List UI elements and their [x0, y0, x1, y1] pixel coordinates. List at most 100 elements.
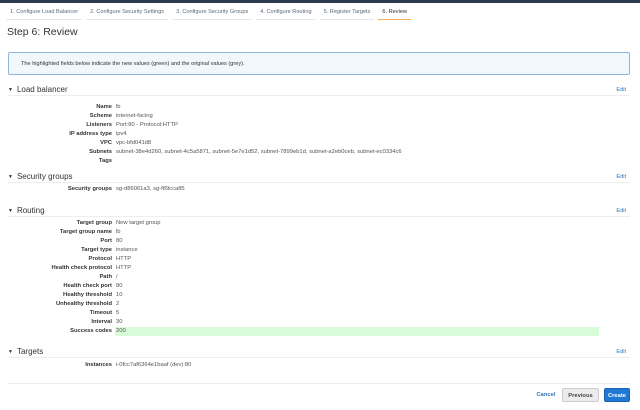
new-value-highlight [115, 327, 599, 336]
detail-row: Scheme internet-facing [0, 112, 640, 121]
detail-row: Tags [0, 157, 640, 166]
detail-row: Success codes 200 [0, 327, 640, 336]
section-toggle[interactable]: ▼ Routing [8, 206, 45, 215]
detail-row: Security groups sg-d86061a3, sg-f89cca85 [0, 185, 640, 194]
top-bar [0, 0, 640, 3]
field-label: Success codes [70, 328, 112, 334]
field-value: 80 [116, 238, 123, 244]
detail-row: Target group name lb [0, 228, 640, 237]
field-label: Listeners [86, 122, 112, 128]
detail-row: Health check protocol HTTP [0, 264, 640, 273]
tab-step-5[interactable]: 5. Register Targets [319, 6, 375, 20]
caret-down-icon: ▼ [8, 208, 13, 214]
section-routing: ▼ Routing Edit [8, 206, 630, 217]
edit-link[interactable]: Edit [616, 349, 626, 355]
detail-row: Listeners Port:80 - Protocol:HTTP [0, 121, 640, 130]
field-value: vpc-bfd041d8 [116, 140, 152, 146]
detail-row: Target group New target group [0, 219, 640, 228]
field-label: Health check port [63, 283, 112, 289]
info-banner: The highlighted fields below indicate th… [8, 52, 630, 75]
divider [8, 383, 630, 384]
field-label: Unhealthy threshold [55, 301, 112, 307]
caret-down-icon: ▼ [8, 87, 13, 93]
field-label: Interval [91, 319, 112, 325]
section-title: Load balancer [16, 85, 68, 94]
detail-row: Health check port 80 [0, 282, 640, 291]
field-label: Target group [76, 220, 112, 226]
field-value: lb [116, 104, 121, 110]
detail-rows: Instances i-0fcc7af6364e1baaf (dev):80 [0, 361, 640, 370]
detail-row: Subnets subnet-38e4d260, subnet-4c5a5871,… [0, 148, 640, 157]
section-toggle[interactable]: ▼ Load balancer [8, 85, 68, 94]
detail-row: Instances i-0fcc7af6364e1baaf (dev):80 [0, 361, 640, 370]
detail-row: IP address type ipv4 [0, 130, 640, 139]
field-value: 10 [116, 292, 123, 298]
detail-rows: Target group New target group Target group… [0, 219, 640, 336]
tab-step-2[interactable]: 2. Configure Security Settings [86, 6, 169, 20]
detail-rows: Security groups sg-d86061a3, sg-f89cca85 [0, 185, 640, 194]
field-label: Protocol [88, 256, 112, 262]
field-value: 200 [116, 328, 126, 334]
section-security-groups: ▼ Security groups Edit [8, 172, 630, 183]
field-value: 5 [116, 310, 120, 316]
field-label: Scheme [89, 113, 112, 119]
field-value: Port:80 - Protocol:HTTP [116, 122, 178, 128]
previous-button[interactable]: Previous [562, 388, 599, 402]
field-label: Target group name [59, 229, 112, 235]
tab-step-6[interactable]: 6. Review [378, 6, 411, 20]
field-value: ipv4 [116, 131, 127, 137]
field-label: Healthy threshold [63, 292, 112, 298]
detail-row: Healthy threshold 10 [0, 291, 640, 300]
section-title: Targets [16, 347, 44, 356]
detail-row: Unhealthy threshold 2 [0, 300, 640, 309]
field-value: lb [116, 229, 121, 235]
detail-row: Path / [0, 273, 640, 282]
field-value: 2 [116, 301, 120, 307]
field-label: Instances [85, 362, 112, 368]
field-label: VPC [100, 140, 112, 146]
edit-link[interactable]: Edit [616, 208, 626, 214]
page-title: Step 6: Review [7, 26, 78, 38]
detail-rows: Name lb Scheme internet-facing Listeners Port… [0, 103, 640, 166]
field-label: Path [99, 274, 112, 280]
detail-row: Protocol HTTP [0, 255, 640, 264]
field-label: Security groups [67, 186, 112, 192]
field-value: New target group [116, 220, 161, 226]
tab-step-1[interactable]: 1. Configure Load Balancer [6, 6, 83, 20]
field-value: subnet-38e4d260, subnet-4c5a5871, subnet… [116, 149, 402, 155]
field-value: i-0fcc7af6364e1baaf (dev):80 [116, 362, 192, 368]
edit-link[interactable]: Edit [616, 87, 626, 93]
caret-down-icon: ▼ [8, 174, 13, 180]
tab-step-4[interactable]: 4. Configure Routing [256, 6, 316, 20]
create-button[interactable]: Create [604, 388, 630, 402]
field-value: internet-facing [116, 113, 153, 119]
field-label: Health check protocol [51, 265, 112, 271]
field-value: 30 [116, 319, 123, 325]
section-title: Security groups [16, 172, 73, 181]
field-label: Timeout [89, 310, 112, 316]
field-value: HTTP [116, 265, 132, 271]
section-toggle[interactable]: ▼ Security groups [8, 172, 73, 181]
field-value: / [116, 274, 118, 280]
detail-row: VPC vpc-bfd041d8 [0, 139, 640, 148]
field-label: Target type [81, 247, 112, 253]
field-label: IP address type [69, 131, 112, 137]
detail-row: Port 80 [0, 237, 640, 246]
detail-row: Name lb [0, 103, 640, 112]
wizard-steps: 1. Configure Load Balancer 2. Configure S… [6, 6, 411, 20]
caret-down-icon: ▼ [8, 349, 13, 355]
cancel-button[interactable]: Cancel [535, 388, 557, 402]
field-value: sg-d86061a3, sg-f89cca85 [116, 186, 185, 192]
edit-link[interactable]: Edit [616, 174, 626, 180]
section-toggle[interactable]: ▼ Targets [8, 347, 43, 356]
tab-step-3[interactable]: 3. Configure Security Groups [172, 6, 253, 20]
section-load-balancer: ▼ Load balancer Edit [8, 85, 630, 96]
field-label: Port [100, 238, 112, 244]
section-title: Routing [16, 206, 45, 215]
field-label: Subnets [89, 149, 112, 155]
detail-row: Timeout 5 [0, 309, 640, 318]
detail-row: Target type instance [0, 246, 640, 255]
detail-row: Interval 30 [0, 318, 640, 327]
field-value: HTTP [116, 256, 132, 262]
field-label: Name [96, 104, 112, 110]
